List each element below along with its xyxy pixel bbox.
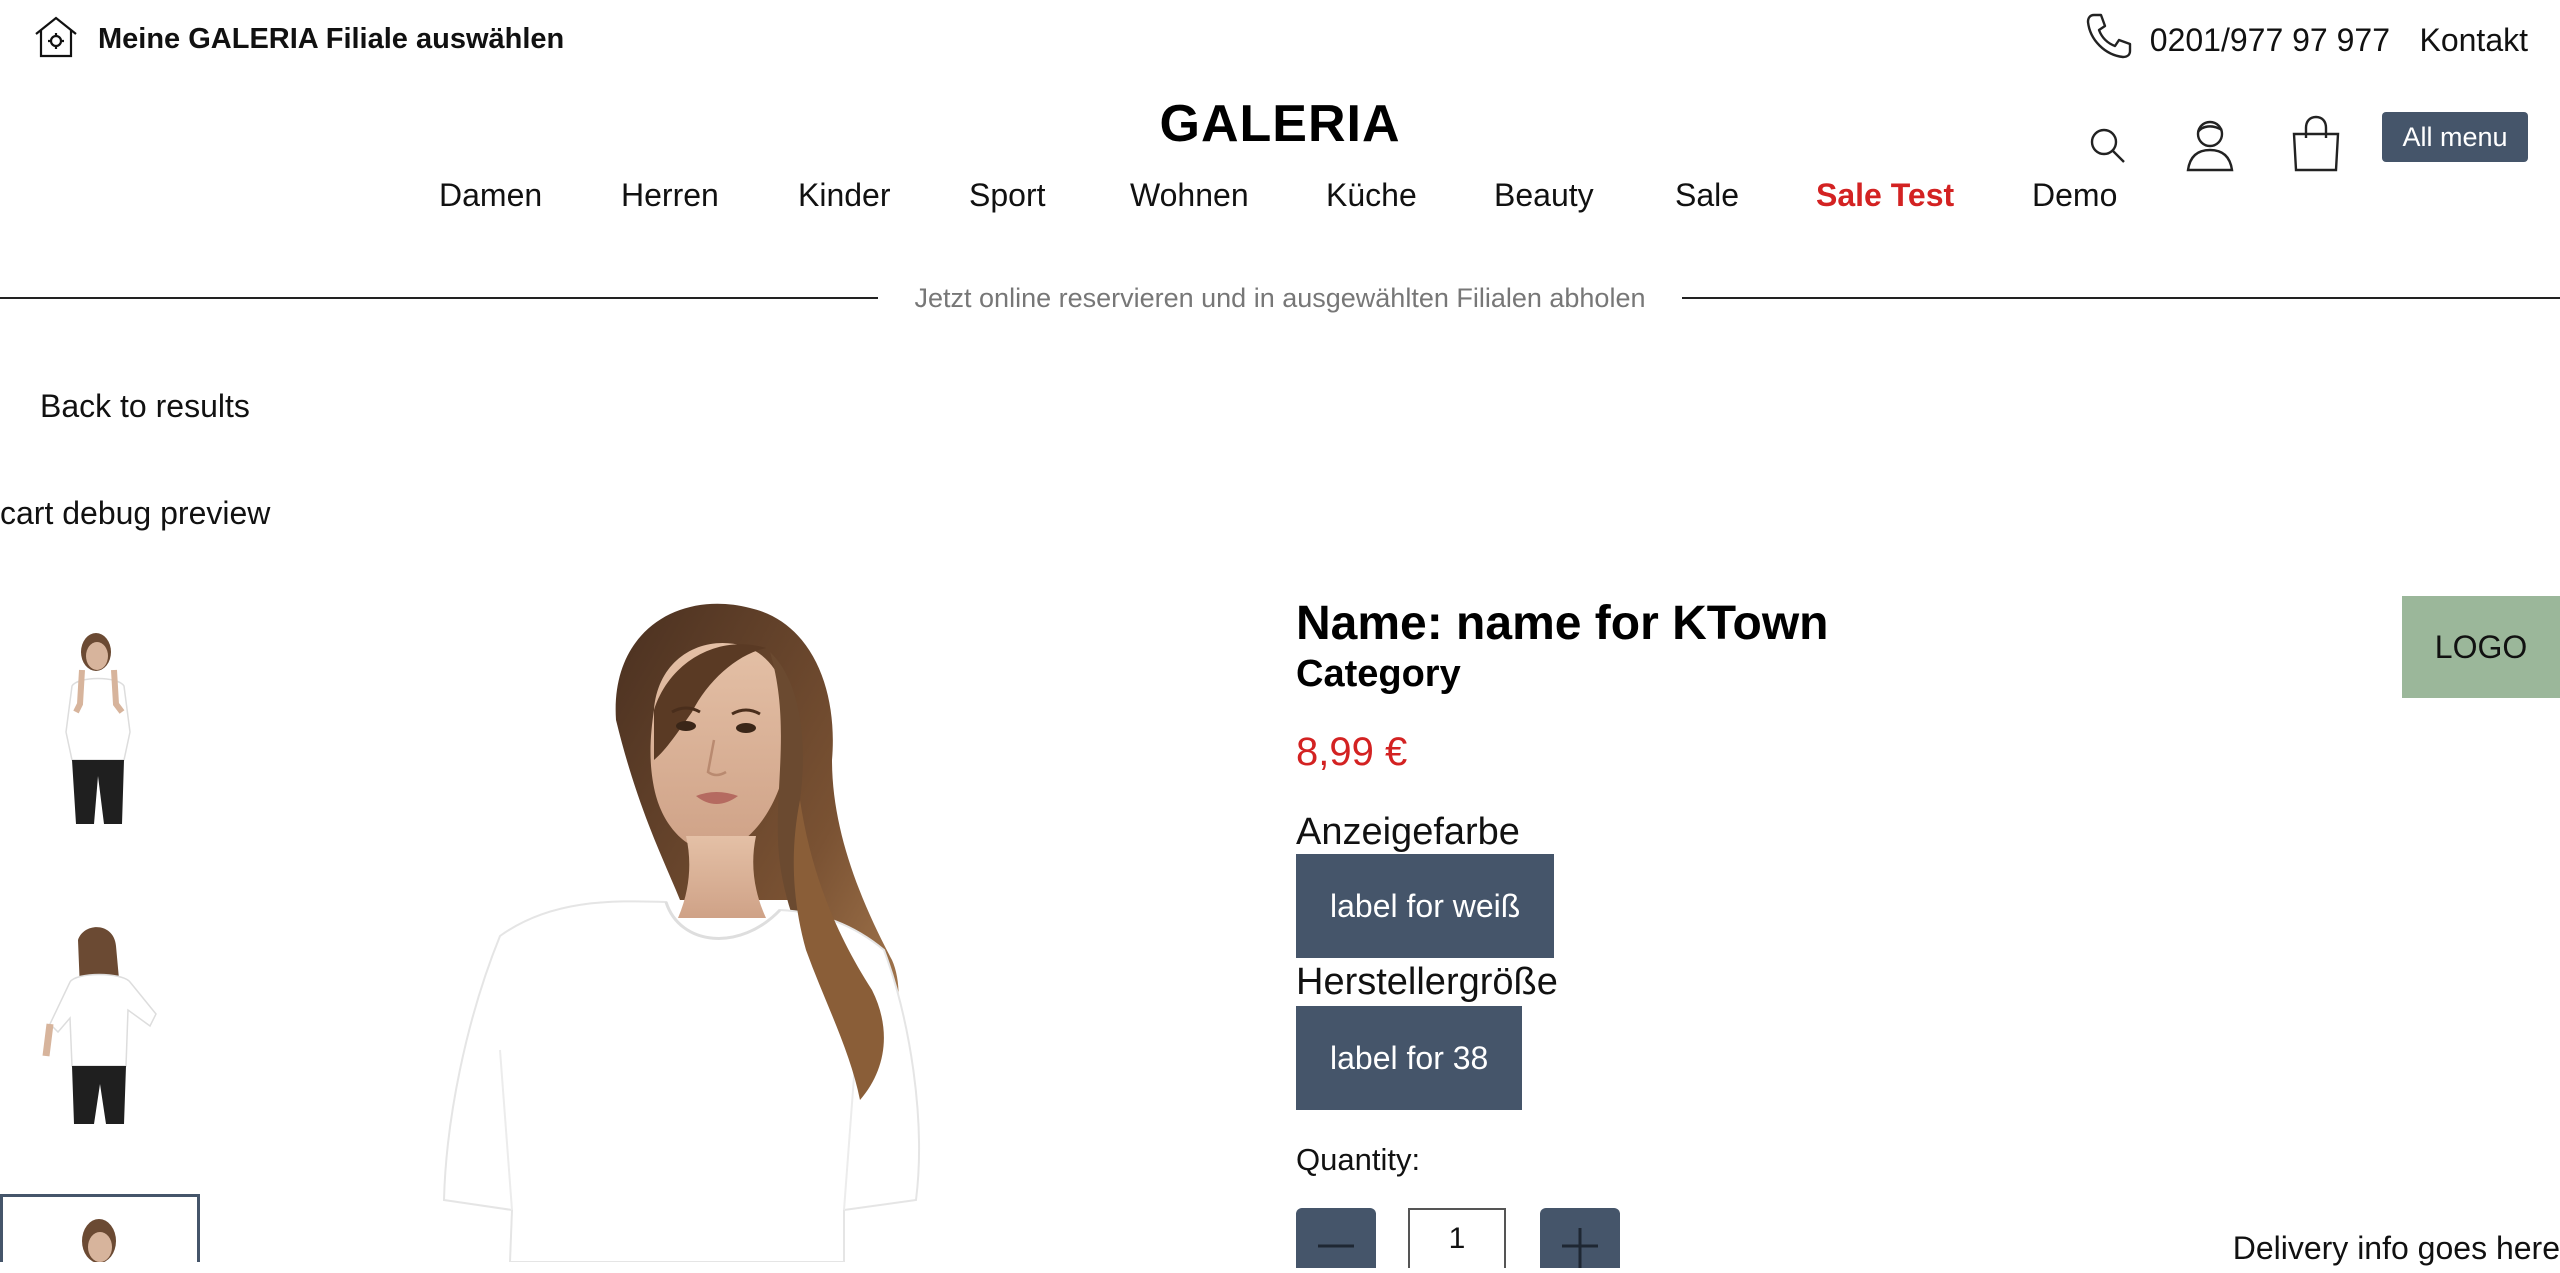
quantity-decrease-button[interactable] xyxy=(1296,1208,1376,1268)
quantity-increase-button[interactable] xyxy=(1540,1208,1620,1268)
nav-item-wohnen[interactable]: Wohnen xyxy=(1130,172,1249,218)
product-thumbnail-2[interactable] xyxy=(0,920,198,1140)
size-label: Herstellergröße xyxy=(1296,961,1558,1003)
search-icon[interactable] xyxy=(2080,118,2134,172)
nav-item-kinder[interactable]: Kinder xyxy=(798,172,891,218)
nav-item-demo[interactable]: Demo xyxy=(2032,172,2117,218)
nav-item-sale[interactable]: Sale xyxy=(1675,172,1739,218)
phone-link[interactable]: 0201/977 97 977 xyxy=(2082,12,2390,68)
cart-debug-preview: cart debug preview xyxy=(0,495,271,531)
nav-item-beauty[interactable]: Beauty xyxy=(1494,172,1594,218)
nav-item-damen[interactable]: Damen xyxy=(439,172,542,218)
product-thumbnail-3[interactable] xyxy=(0,1194,200,1262)
nav-item-sport[interactable]: Sport xyxy=(969,172,1045,218)
product-price: 8,99 € xyxy=(1296,730,1408,774)
product-thumbnail-1[interactable] xyxy=(0,620,198,840)
color-label: Anzeigefarbe xyxy=(1296,811,1520,853)
color-option-button[interactable]: label for weiß xyxy=(1296,854,1555,958)
account-icon[interactable] xyxy=(2180,112,2240,174)
logo-placeholder: LOGO xyxy=(2402,596,2560,698)
minus-icon xyxy=(1318,1244,1354,1248)
contact-link[interactable]: Kontakt xyxy=(2419,12,2528,68)
quantity-input[interactable] xyxy=(1408,1208,1506,1268)
store-select-link[interactable]: Meine GALERIA Filiale auswählen xyxy=(32,16,564,62)
nav-item-kueche[interactable]: Küche xyxy=(1326,172,1417,218)
store-select-label: Meine GALERIA Filiale auswählen xyxy=(98,22,565,55)
back-to-results-link[interactable]: Back to results xyxy=(40,384,250,428)
quantity-label: Quantity: xyxy=(1296,1142,1421,1177)
delivery-info: Delivery info goes here xyxy=(2232,1230,2560,1266)
nav-item-herren[interactable]: Herren xyxy=(621,172,719,218)
product-category: Category xyxy=(1296,653,1461,695)
divider-right xyxy=(1682,297,2560,299)
brand-logo[interactable]: GALERIA xyxy=(0,94,2560,154)
plus-icon xyxy=(1562,1228,1598,1268)
nav-item-sale-test[interactable]: Sale Test xyxy=(1816,172,1954,218)
cart-icon[interactable] xyxy=(2288,112,2344,174)
phone-icon xyxy=(2082,10,2134,70)
store-house-icon xyxy=(32,14,80,65)
phone-number: 0201/977 97 977 xyxy=(2149,21,2390,58)
reservation-banner-text: Jetzt online reservieren und in ausgewäh… xyxy=(914,283,1646,313)
size-option-button[interactable]: label for 38 xyxy=(1296,1006,1523,1110)
main-nav: Damen Herren Kinder Sport Wohnen Küche B… xyxy=(0,172,2560,218)
all-menu-button[interactable]: All menu xyxy=(2382,112,2528,162)
divider-left xyxy=(0,297,878,299)
product-main-image[interactable] xyxy=(440,600,1040,1263)
